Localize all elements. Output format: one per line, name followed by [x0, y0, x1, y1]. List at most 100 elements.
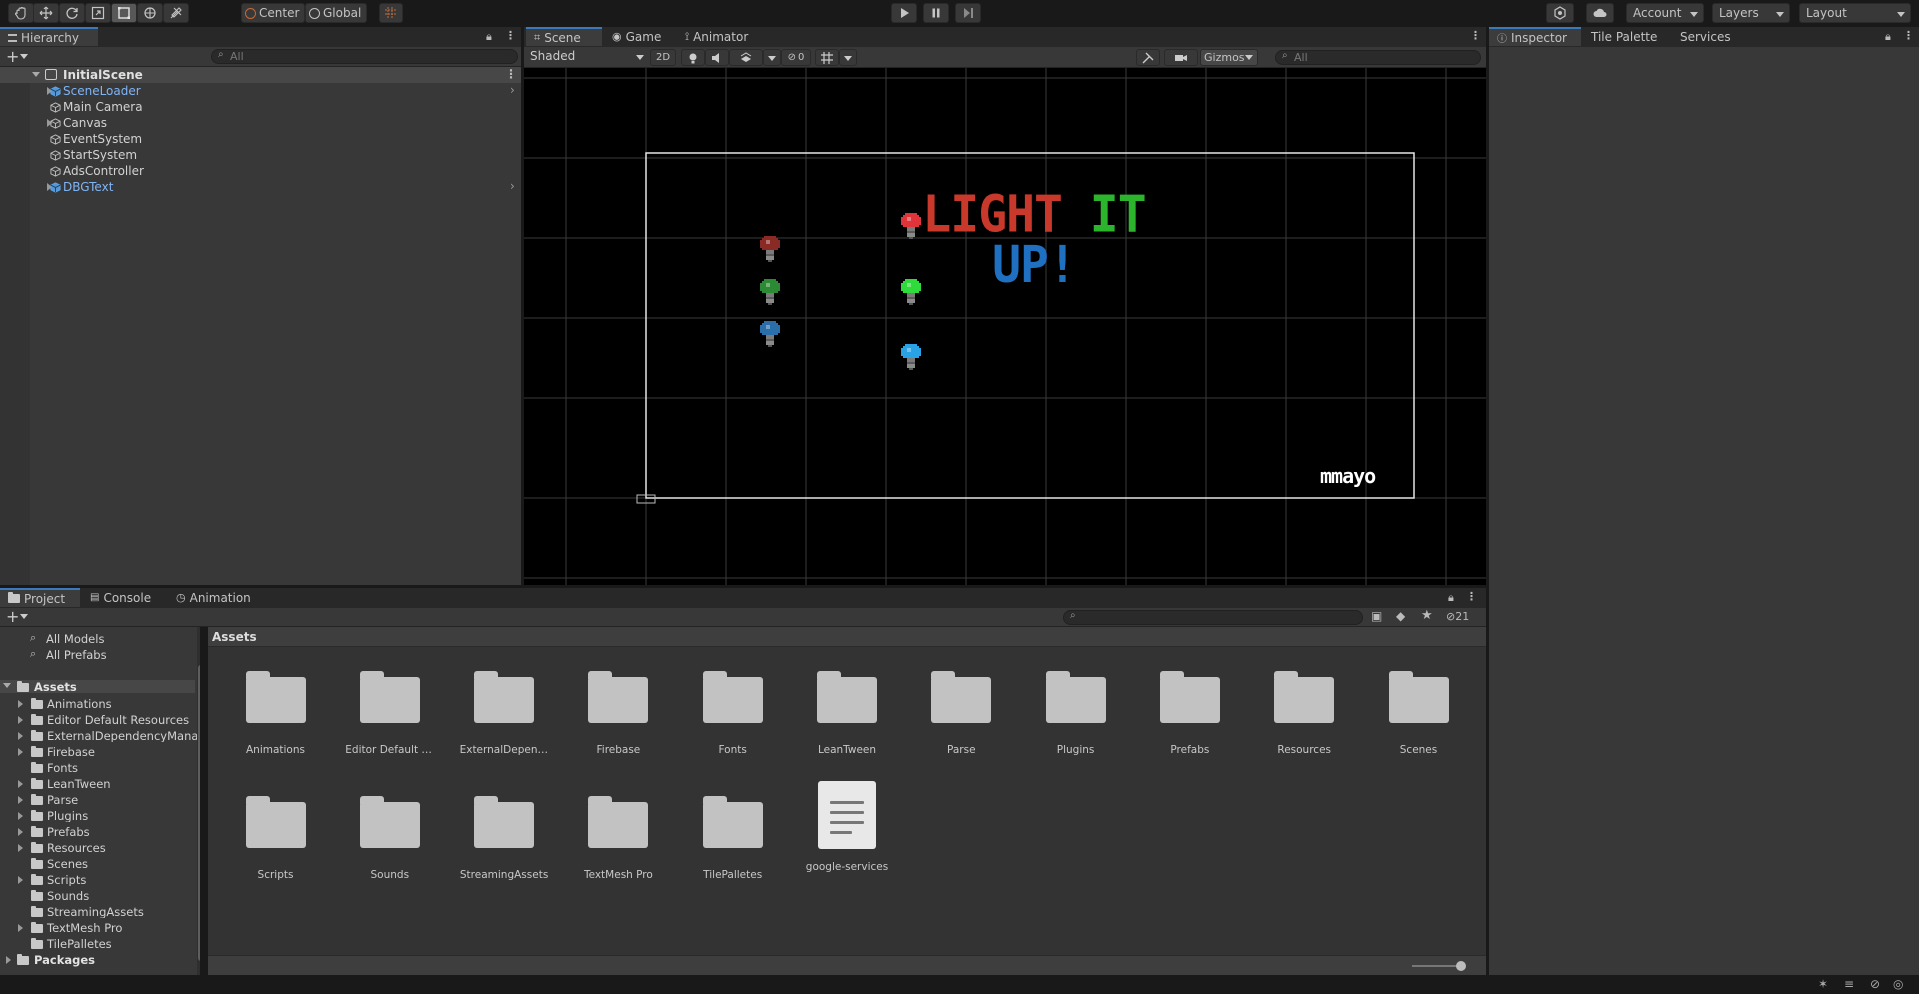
expand-arrow-icon[interactable] — [18, 700, 27, 708]
asset-editor-default-re[interactable]: Editor Default Re... — [343, 669, 436, 756]
shading-mode-dropdown[interactable]: Shaded — [528, 49, 648, 66]
chevron-down-icon[interactable] — [20, 614, 28, 623]
tab-inspector[interactable]: ⓘ Inspector — [1489, 27, 1581, 46]
favorite-all-materials[interactable]: ⌕ All Materials — [0, 627, 160, 630]
expand-arrow-icon[interactable] — [18, 716, 27, 724]
tree-scrollbar[interactable] — [197, 627, 200, 975]
asset-scripts[interactable]: Scripts — [229, 794, 322, 881]
expand-arrow-icon[interactable] — [18, 828, 27, 836]
scene-menu-icon[interactable]: ⋮ — [505, 67, 517, 81]
expand-arrow-icon[interactable] — [32, 72, 40, 81]
asset-prefabs[interactable]: Prefabs — [1143, 669, 1236, 756]
expand-arrow-icon[interactable] — [18, 844, 27, 852]
progress-icon[interactable]: ◎ — [1893, 977, 1903, 991]
folder-item-editor-default-resources[interactable]: Editor Default Resources — [0, 713, 197, 726]
chevron-right-icon[interactable]: › — [510, 179, 515, 193]
lock-icon[interactable]: 🔒︎ — [1885, 30, 1891, 44]
icon-size-slider[interactable] — [1412, 965, 1460, 967]
expand-arrow-icon[interactable] — [18, 732, 27, 740]
asset-plugins[interactable]: Plugins — [1029, 669, 1122, 756]
effects-icon[interactable] — [729, 49, 763, 66]
project-search-input[interactable]: ⌕ — [1063, 610, 1363, 625]
folder-item-scenes[interactable]: Scenes — [0, 857, 197, 870]
folder-item-resources[interactable]: Resources — [0, 841, 197, 854]
scene-row[interactable]: InitialScene ⋮ — [0, 67, 521, 83]
rotate-tool-icon[interactable] — [59, 3, 85, 23]
play-icon[interactable] — [891, 3, 917, 23]
layout-dropdown[interactable]: Layout — [1799, 3, 1911, 23]
2d-toggle-button[interactable]: 2D — [650, 49, 676, 66]
folder-item-firebase[interactable]: Firebase — [0, 745, 197, 758]
folder-item-leantween[interactable]: LeanTween — [0, 777, 197, 790]
folder-item-prefabs[interactable]: Prefabs — [0, 825, 197, 838]
scene-more-icon[interactable]: ⋮ — [1470, 29, 1481, 42]
asset-externaldepende[interactable]: ExternalDepende... — [458, 669, 551, 756]
add-icon[interactable]: + — [6, 607, 19, 626]
scene-viewport[interactable]: LIGHT IT UP! mmayo — [524, 68, 1486, 585]
collab-icon[interactable] — [1546, 3, 1574, 23]
folder-item-scripts[interactable]: Scripts — [0, 873, 197, 886]
asset-tilepalletes[interactable]: TilePalletes — [686, 794, 779, 881]
assets-root-row[interactable]: Assets — [0, 680, 195, 694]
layers-dropdown[interactable]: Layers — [1712, 3, 1790, 23]
move-tool-icon[interactable] — [33, 3, 59, 23]
hierarchy-item-dbgtext[interactable]: DBGText › — [0, 179, 521, 195]
asset-leantween[interactable]: LeanTween — [801, 669, 894, 756]
folder-item-textmesh-pro[interactable]: TextMesh Pro — [0, 921, 197, 934]
more-menu-icon[interactable]: ⋮ — [505, 29, 516, 42]
tab-game[interactable]: ◉ Game — [604, 27, 669, 46]
lock-icon[interactable]: 🔒︎ — [1448, 591, 1454, 605]
cache-icon[interactable]: ≡ — [1844, 977, 1854, 991]
expand-arrow-icon[interactable] — [18, 812, 27, 820]
cloud-icon[interactable] — [1586, 3, 1614, 23]
hierarchy-item-adscontroller[interactable]: AdsController — [0, 163, 521, 179]
tab-animation[interactable]: ◷ Animation — [168, 588, 259, 607]
account-dropdown[interactable]: Account — [1626, 3, 1704, 23]
tab-services[interactable]: Services — [1672, 27, 1739, 46]
camera-icon[interactable] — [1164, 49, 1198, 66]
folder-item-parse[interactable]: Parse — [0, 793, 197, 806]
folder-item-tilepalletes[interactable]: TilePalletes — [0, 937, 197, 950]
expand-arrow-icon[interactable] — [18, 924, 27, 932]
chevron-down-icon[interactable] — [20, 54, 28, 63]
hierarchy-search-input[interactable]: ⌕ All — [211, 49, 518, 64]
grid-snap-icon[interactable] — [379, 3, 403, 23]
tab-animator[interactable]: ⟟ Animator — [677, 27, 756, 46]
expand-arrow-icon[interactable] — [18, 796, 27, 804]
transform-tool-icon[interactable] — [137, 3, 163, 23]
grid-toggle-icon[interactable] — [815, 49, 839, 66]
asset-scenes[interactable]: Scenes — [1372, 669, 1465, 756]
tab-tile-palette[interactable]: Tile Palette — [1583, 27, 1665, 46]
favorite-all-models[interactable]: ⌕ All Models — [0, 631, 160, 646]
step-icon[interactable] — [955, 3, 981, 23]
hidden-packages-toggle[interactable]: ⊘21 — [1446, 610, 1469, 623]
folder-item-fonts[interactable]: Fonts — [0, 761, 197, 774]
asset-resources[interactable]: Resources — [1258, 669, 1351, 756]
folder-item-externaldependencymanager[interactable]: ExternalDependencyManager — [0, 729, 197, 742]
add-icon[interactable]: + — [6, 47, 19, 66]
more-menu-icon[interactable]: ⋮ — [1903, 29, 1914, 42]
tab-hierarchy[interactable]: Hierarchy — [0, 27, 98, 46]
lighting-icon[interactable] — [681, 49, 705, 66]
space-global-button[interactable]: Global — [305, 3, 367, 23]
gizmos-dropdown[interactable]: Gizmos — [1200, 49, 1258, 66]
expand-arrow-icon[interactable] — [18, 876, 27, 884]
scene-search-input[interactable]: ⌕ All — [1275, 50, 1481, 65]
folder-item-plugins[interactable]: Plugins — [0, 809, 197, 822]
tab-console[interactable]: ▤ Console — [82, 588, 159, 607]
hierarchy-item-canvas[interactable]: Canvas — [0, 115, 521, 131]
expand-arrow-icon[interactable] — [18, 748, 27, 756]
hierarchy-item-main-camera[interactable]: Main Camera — [0, 99, 521, 115]
pivot-center-button[interactable]: Center — [241, 3, 305, 23]
bug-icon[interactable]: ✶ — [1818, 977, 1828, 991]
favorite-star-icon[interactable]: ★ — [1421, 608, 1433, 623]
audio-icon[interactable] — [705, 49, 729, 66]
asset-fonts[interactable]: Fonts — [686, 669, 779, 756]
chevron-right-icon[interactable]: › — [510, 83, 515, 97]
custom-tool-icon[interactable] — [163, 3, 189, 23]
asset-sounds[interactable]: Sounds — [343, 794, 436, 881]
asset-streamingassets[interactable]: StreamingAssets — [458, 794, 551, 881]
folder-item-animations[interactable]: Animations — [0, 697, 197, 710]
hidden-objects-toggle[interactable]: ⊘ 0 — [781, 49, 811, 66]
pause-icon[interactable] — [923, 3, 949, 23]
